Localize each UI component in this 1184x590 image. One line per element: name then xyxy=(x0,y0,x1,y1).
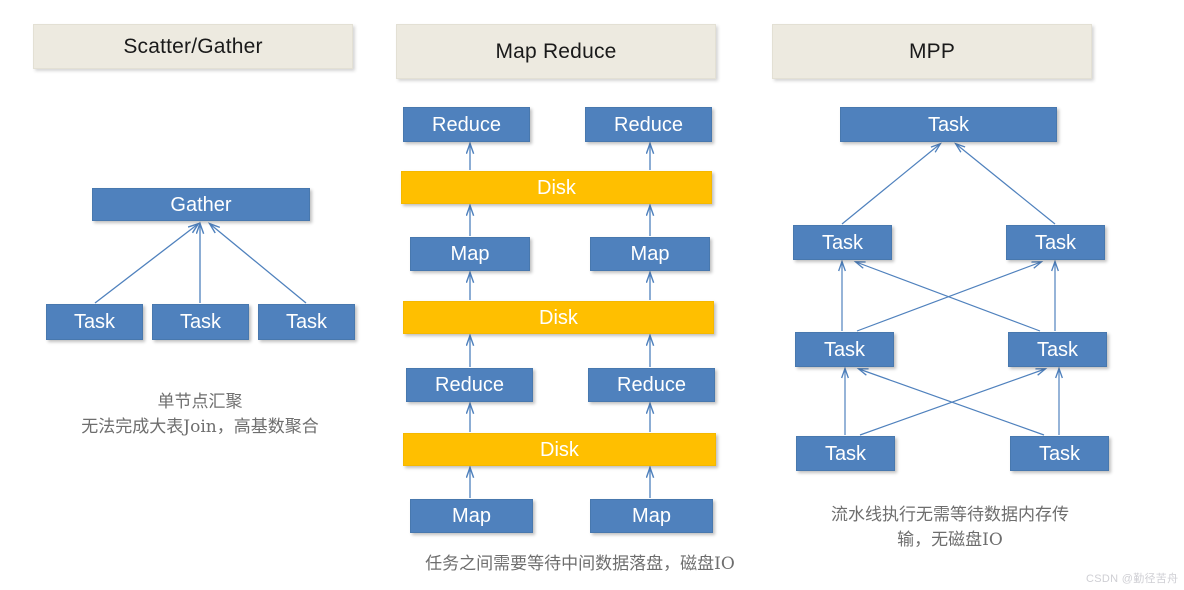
caption-line-2: 输，无磁盘IO xyxy=(897,529,1003,550)
node-label: Reduce xyxy=(617,374,686,396)
node-disk-mr-2[interactable]: Disk xyxy=(403,301,714,334)
node-reduce-mr-1[interactable]: Reduce xyxy=(403,107,530,142)
scatter-gather-arrows xyxy=(94,224,307,304)
node-label: Map xyxy=(630,243,670,265)
node-task-mpp-1[interactable]: Task xyxy=(840,107,1057,142)
node-reduce-mr-2[interactable]: Reduce xyxy=(585,107,712,142)
node-task-mpp-2[interactable]: Task xyxy=(793,225,892,260)
panel-header-label: MPP xyxy=(908,39,956,63)
node-disk-mr-3[interactable]: Disk xyxy=(403,433,716,466)
panel-header-scatter-gather: Scatter/Gather xyxy=(33,24,353,69)
node-label: Reduce xyxy=(435,374,504,396)
node-task-mpp-3[interactable]: Task xyxy=(1006,225,1105,260)
caption-line-1: 单节点汇聚 xyxy=(157,392,243,412)
node-label: Disk xyxy=(539,306,578,329)
node-label: Gather xyxy=(170,193,232,216)
caption-map-reduce: 任务之间需要等待中间数据落盘，磁盘IO xyxy=(370,552,790,577)
node-label: Reduce xyxy=(432,113,501,136)
caption-line-2: 无法完成大表Join，高基数聚合 xyxy=(81,416,319,437)
node-label: Task xyxy=(179,311,222,333)
node-label: Task xyxy=(824,442,867,465)
node-label: Map xyxy=(632,505,671,527)
panel-header-mpp: MPP xyxy=(772,24,1092,79)
caption-line-1: 流水线执行无需等待数据内存传 xyxy=(831,505,1069,525)
node-reduce-mr-4[interactable]: Reduce xyxy=(588,368,715,402)
csdn-watermark: CSDN @勤径苦舟 xyxy=(1086,573,1179,585)
node-label: Task xyxy=(285,311,328,333)
node-label: Task xyxy=(1036,338,1079,361)
node-label: Task xyxy=(73,311,116,333)
node-task-sg-3[interactable]: Task xyxy=(258,304,355,340)
panel-header-label: Map Reduce xyxy=(495,39,617,63)
caption-line-1: 任务之间需要等待中间数据落盘，磁盘IO xyxy=(425,554,735,574)
node-task-mpp-7[interactable]: Task xyxy=(1010,436,1109,471)
node-label: Map xyxy=(452,505,491,527)
node-label: Task xyxy=(823,338,866,361)
node-label: Task xyxy=(1034,231,1077,254)
node-label: Reduce xyxy=(614,113,683,136)
node-label: Disk xyxy=(537,176,576,199)
node-task-mpp-4[interactable]: Task xyxy=(795,332,894,367)
node-label: Task xyxy=(821,231,864,254)
panel-header-map-reduce: Map Reduce xyxy=(396,24,716,79)
caption-mpp: 流水线执行无需等待数据内存传 输，无磁盘IO xyxy=(790,503,1110,552)
node-label: Task xyxy=(927,113,970,136)
diagram-canvas: Scatter/Gather Gather Task Task Task 单节点… xyxy=(0,0,1184,590)
node-task-sg-2[interactable]: Task xyxy=(152,304,249,340)
caption-scatter-gather: 单节点汇聚 无法完成大表Join，高基数聚合 xyxy=(20,390,380,439)
mpp-arrows xyxy=(842,144,1059,436)
node-reduce-mr-3[interactable]: Reduce xyxy=(406,368,533,402)
node-gather[interactable]: Gather xyxy=(92,188,310,221)
node-map-mr-2[interactable]: Map xyxy=(590,237,710,271)
node-label: Task xyxy=(1038,442,1081,465)
node-task-mpp-6[interactable]: Task xyxy=(796,436,895,471)
node-task-mpp-5[interactable]: Task xyxy=(1008,332,1107,367)
node-label: Map xyxy=(450,243,490,265)
node-map-mr-4[interactable]: Map xyxy=(590,499,713,533)
node-map-mr-1[interactable]: Map xyxy=(410,237,530,271)
node-task-sg-1[interactable]: Task xyxy=(46,304,143,340)
node-disk-mr-1[interactable]: Disk xyxy=(401,171,712,204)
panel-header-label: Scatter/Gather xyxy=(123,34,263,58)
node-label: Disk xyxy=(540,438,579,461)
node-map-mr-3[interactable]: Map xyxy=(410,499,533,533)
